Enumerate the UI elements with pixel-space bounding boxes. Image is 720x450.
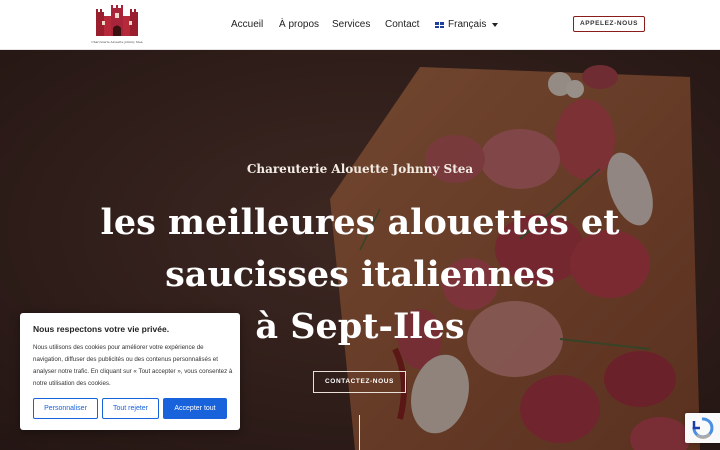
logo-caption: Charcuterie Alouette Johnny Stea — [91, 40, 143, 44]
contact-us-button[interactable]: CONTACTEZ-NOUS — [313, 371, 406, 393]
nav-a-propos[interactable]: À propos — [279, 18, 319, 32]
hero-tagline: Chareuterie Alouette Johnny Stea — [246, 162, 474, 176]
customize-button[interactable]: Personnaliser — [33, 398, 98, 419]
cookie-consent-banner: Nous respectons votre vie privée. Nous u… — [20, 313, 240, 430]
accept-all-button[interactable]: Accepter tout — [163, 398, 227, 419]
language-selector[interactable]: Français — [435, 18, 499, 32]
castle-logo-icon — [96, 5, 138, 36]
cookie-title: Nous respectons votre vie privée. — [33, 324, 170, 334]
scroll-divider — [359, 415, 360, 450]
chevron-down-icon — [492, 23, 499, 27]
nav-contact[interactable]: Contact — [385, 18, 419, 32]
france-flag-icon — [435, 22, 444, 28]
nav-accueil[interactable]: Accueil — [231, 18, 263, 32]
headline-line-2: saucisses italiennes — [165, 254, 555, 295]
recaptcha-badge[interactable] — [685, 413, 720, 443]
reject-all-button[interactable]: Tout rejeter — [102, 398, 159, 419]
cookie-text: Nous utilisons des cookies pour améliore… — [33, 344, 233, 387]
nav-services[interactable]: Services — [332, 18, 370, 32]
headline-line-1: les meilleures alouettes et — [100, 202, 620, 243]
recaptcha-icon — [692, 417, 714, 439]
site-logo[interactable]: Charcuterie Alouette Johnny Stea — [89, 4, 145, 46]
language-label: Français — [448, 19, 487, 30]
site-header: Charcuterie Alouette Johnny Stea Accueil… — [0, 0, 720, 50]
call-us-button[interactable]: APPELEZ-NOUS — [573, 16, 645, 32]
